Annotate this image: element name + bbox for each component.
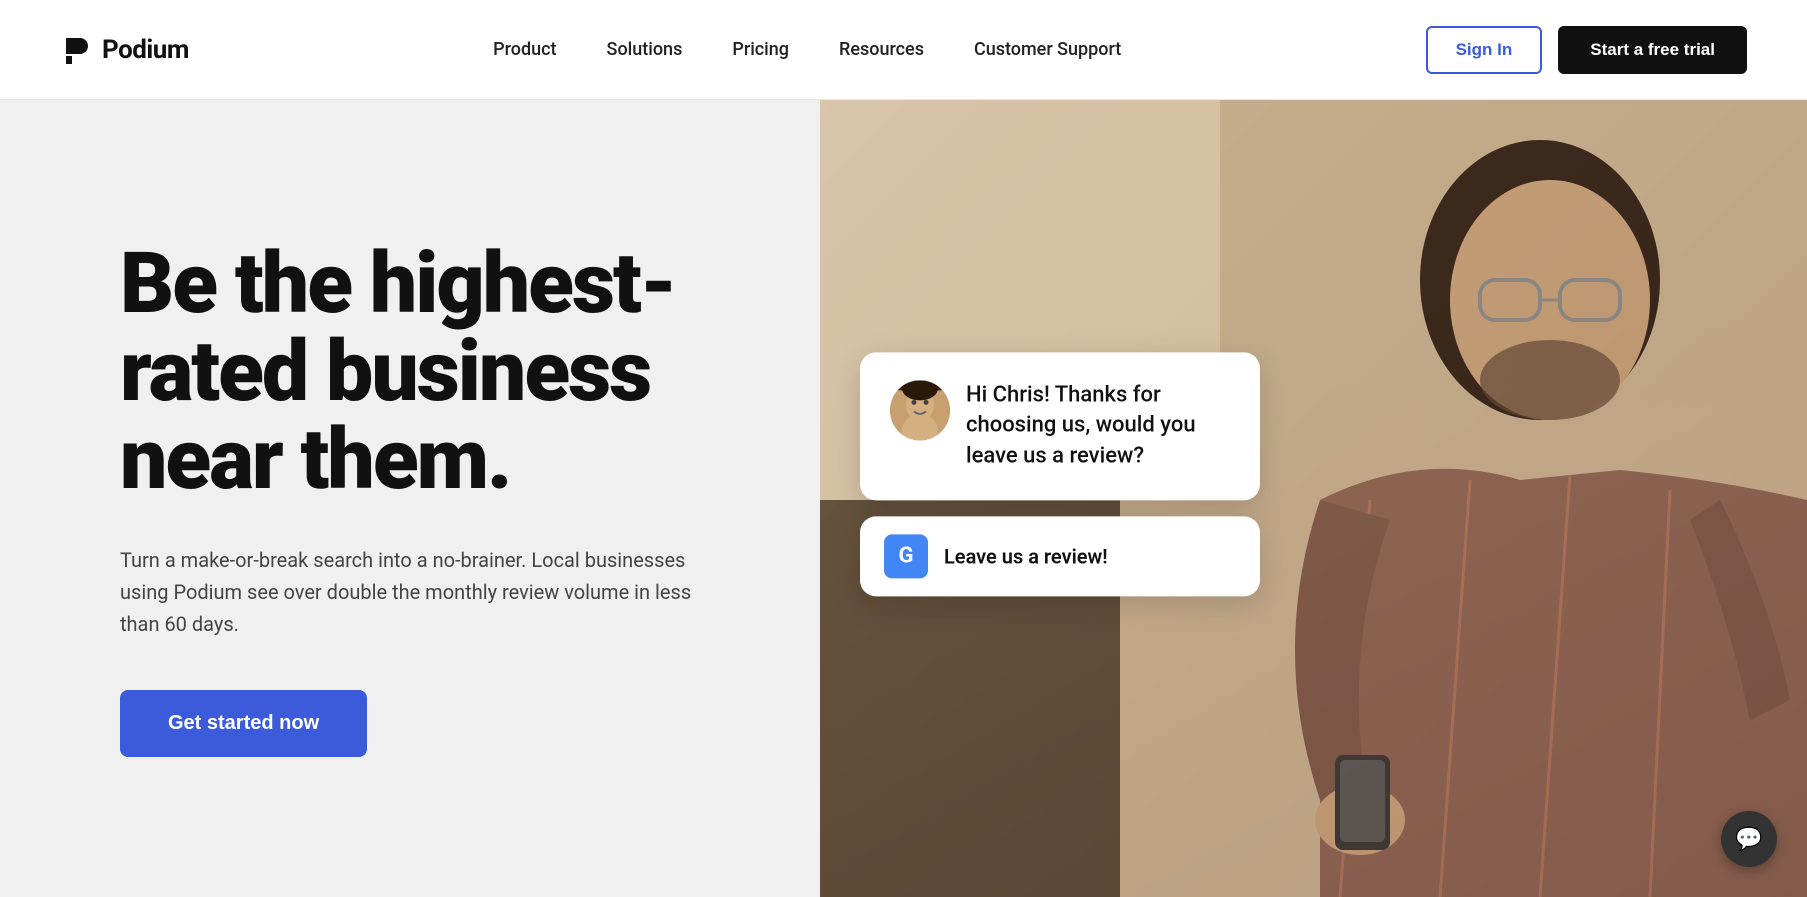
hero-subtext: Turn a make-or-break search into a no-br… [120, 544, 700, 640]
chat-message-text: Hi Chris! Thanks for choosing us, would … [966, 380, 1230, 472]
chat-widget[interactable]: 💬 [1721, 811, 1777, 867]
chat-message-bubble: Hi Chris! Thanks for choosing us, would … [860, 352, 1260, 500]
chat-widget-icon: 💬 [1735, 827, 1762, 852]
get-started-button[interactable]: Get started now [120, 690, 367, 757]
nav-item-product[interactable]: Product [493, 39, 556, 60]
free-trial-button[interactable]: Start a free trial [1558, 26, 1747, 74]
google-icon: G [884, 534, 928, 578]
podium-logo-icon [60, 34, 92, 66]
google-review-button[interactable]: G Leave us a review! [860, 516, 1260, 596]
chat-overlay: Hi Chris! Thanks for choosing us, would … [860, 352, 1260, 596]
nav-item-pricing[interactable]: Pricing [732, 39, 789, 60]
header: Podium Product Solutions Pricing Resourc… [0, 0, 1807, 100]
header-actions: Sign In Start a free trial [1426, 26, 1747, 74]
nav-item-customer-support[interactable]: Customer Support [974, 39, 1121, 60]
logo[interactable]: Podium [60, 34, 189, 66]
nav-item-resources[interactable]: Resources [839, 39, 924, 60]
logo-text: Podium [102, 35, 189, 65]
sign-in-button[interactable]: Sign In [1426, 26, 1543, 74]
hero-right: Hi Chris! Thanks for choosing us, would … [820, 100, 1807, 897]
hero-headline: Be the highest-rated business near them. [120, 240, 720, 505]
main-nav: Product Solutions Pricing Resources Cust… [493, 39, 1121, 60]
hero-section: Be the highest-rated business near them.… [0, 100, 1807, 897]
nav-item-solutions[interactable]: Solutions [607, 39, 683, 60]
google-review-text: Leave us a review! [944, 544, 1108, 568]
sender-avatar [890, 380, 950, 440]
hero-left: Be the highest-rated business near them.… [0, 100, 820, 897]
